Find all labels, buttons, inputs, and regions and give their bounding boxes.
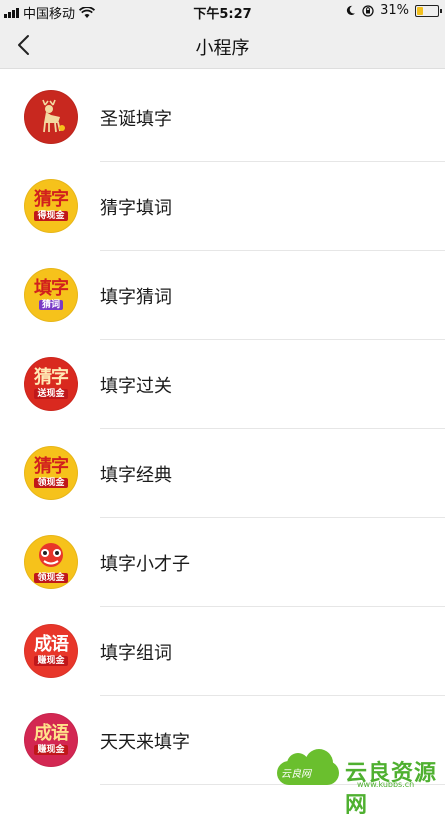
app-name: 猜字填词 [100, 198, 172, 219]
app-icon-title: 猜字 [34, 456, 69, 477]
app-name: 填字猜词 [100, 287, 172, 308]
app-icon: 猜字 领现金 [24, 446, 78, 500]
app-icon-title: 成语 [34, 723, 69, 744]
app-icon-subtitle: 猜词 [38, 300, 63, 310]
app-icon-subtitle: 得现金 [34, 211, 68, 221]
app-name: 填字小才子 [100, 554, 190, 575]
battery-icon [415, 4, 442, 17]
app-icon: 填字 猜词 [24, 268, 78, 322]
list-item[interactable]: 成语 赚现金 填字组词 [0, 607, 445, 696]
app-icon-subtitle: 送现金 [34, 389, 68, 399]
app-icon-title: 填字 [34, 278, 69, 299]
app-icon-subtitle: 赚现金 [34, 745, 68, 755]
list-item[interactable]: 猜字 领现金 填字经典 [0, 429, 445, 518]
watermark-small-text: 云良网 [281, 769, 311, 780]
app-icon-title: 成语 [34, 634, 69, 655]
page-title: 小程序 [195, 38, 250, 59]
watermark-url: www.kubbs.cn [357, 780, 415, 789]
app-icon-subtitle: 领现金 [34, 478, 68, 488]
list-item[interactable]: 猜字 得现金 猜字填词 [0, 162, 445, 251]
list-item[interactable]: 圣诞填字 [0, 73, 445, 162]
lion-dance-icon [39, 543, 63, 567]
app-name: 填字组词 [100, 643, 172, 664]
app-icon-subtitle: 领现金 [34, 573, 68, 583]
battery-percent: 31% [380, 3, 409, 18]
watermark-logo: 云良网 云良资源网 www.kubbs.cn [271, 749, 441, 818]
app-name: 填字经典 [100, 465, 172, 486]
rotation-lock-icon [362, 4, 374, 17]
nav-bar: 小程序 [0, 22, 445, 69]
app-name: 天天来填字 [100, 732, 190, 753]
app-icon: 猜字 得现金 [24, 179, 78, 233]
app-icon: 成语 赚现金 [24, 624, 78, 678]
list-item[interactable]: 领现金 填字小才子 [0, 518, 445, 607]
reindeer-icon [42, 99, 65, 133]
app-icon-title: 猜字 [34, 189, 69, 210]
app-icon-subtitle: 赚现金 [34, 656, 68, 666]
app-name: 填字过关 [100, 376, 172, 397]
moon-icon [346, 5, 356, 16]
list-item[interactable]: 填字 猜词 填字猜词 [0, 251, 445, 340]
status-right-group: 31% [345, 3, 442, 18]
app-icon: 猜字 送现金 [24, 357, 78, 411]
app-icon [24, 90, 78, 144]
app-icon-title: 猜字 [34, 367, 69, 388]
list-item[interactable]: 猜字 送现金 填字过关 [0, 340, 445, 429]
app-icon: 领现金 [24, 535, 78, 589]
app-icon: 成语 赚现金 [24, 713, 78, 767]
app-name: 圣诞填字 [100, 109, 172, 130]
mini-program-list: 圣诞填字 猜字 得现金 猜字填词 填字 猜词 填字猜词 猜字 送现金 填字过关 猜字 领现金 填字经典领… [0, 73, 445, 785]
status-bar: 中国移动 下午5:27 31% [0, 0, 445, 22]
